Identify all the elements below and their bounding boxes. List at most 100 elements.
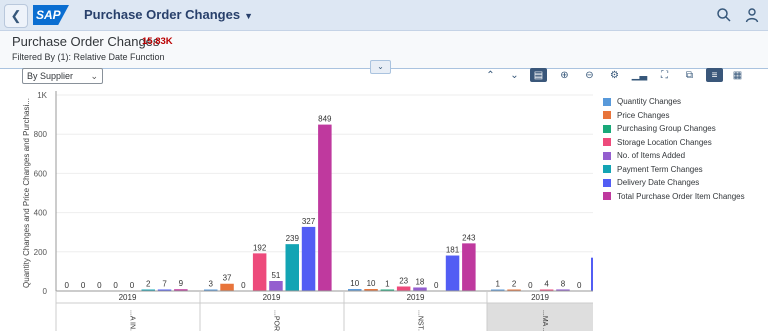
bar-partial [591, 257, 593, 291]
bar [445, 255, 460, 291]
bar [252, 253, 267, 291]
legend-item[interactable]: Delivery Date Changes [603, 176, 745, 190]
settings-button[interactable]: ⚙ [606, 68, 623, 82]
double-chevron-up-icon: ⌃ [486, 69, 495, 81]
y-tick-label: 200 [34, 248, 48, 257]
search-icon[interactable] [716, 7, 732, 23]
table-view-button[interactable]: ▤ [530, 68, 547, 82]
supplier-label: ...POR... [273, 310, 280, 331]
data-label: 0 [241, 281, 246, 290]
group-header-highlight [487, 303, 593, 331]
data-label: 1 [496, 280, 501, 289]
chevron-down-icon: ⌄ [90, 71, 98, 81]
zoom-in-icon: ⊕ [560, 69, 569, 81]
legend-swatch [603, 138, 611, 147]
data-label: 849 [318, 115, 332, 124]
legend-swatch [603, 111, 611, 120]
data-label: 0 [528, 281, 533, 290]
legend-item[interactable]: Purchasing Group Changes [603, 122, 745, 136]
app-title: Purchase Order Changes [84, 7, 241, 22]
zoom-in-button[interactable]: ⊕ [556, 68, 573, 82]
app-title-menu[interactable]: Purchase Order Changes ▼ [84, 7, 253, 22]
grid-view-button[interactable]: ▦ [729, 68, 746, 82]
data-label: 23 [399, 276, 408, 285]
collapse-all-button[interactable]: ⌄ [506, 68, 523, 82]
fullscreen-button[interactable]: ⛶ [656, 68, 673, 82]
data-label: 2 [512, 280, 517, 289]
chevron-left-icon: ❮ [10, 8, 22, 23]
chart-type-button[interactable]: ▁▃ [631, 68, 648, 82]
data-label: 0 [434, 281, 439, 290]
double-chevron-down-icon: ⌄ [510, 69, 519, 81]
year-label: 2019 [407, 293, 425, 302]
legend-swatch [603, 97, 611, 106]
bar-chart-icon: ▁▃ [631, 69, 648, 81]
collapse-header-button[interactable]: ⌄ [370, 60, 391, 74]
legend-label: Purchasing Group Changes [617, 124, 716, 134]
legend-item[interactable]: Quantity Changes [603, 95, 745, 109]
legend-swatch [603, 165, 611, 174]
data-label: 4 [544, 280, 549, 289]
data-label: 8 [561, 279, 566, 288]
legend-item[interactable]: No. of Items Added [603, 149, 745, 163]
data-label: 1 [385, 280, 390, 289]
data-label: 327 [302, 217, 316, 226]
legend-swatch [603, 178, 611, 187]
data-label: 0 [577, 281, 582, 290]
legend-label: Storage Location Changes [617, 137, 712, 147]
data-label: 0 [113, 281, 118, 290]
bar [269, 281, 283, 291]
supplier-label: ...A IN... [129, 310, 136, 331]
chart-view-button[interactable]: ≡ [706, 68, 723, 82]
legend-swatch [603, 151, 611, 160]
bar [396, 286, 411, 291]
supplier-label: ...NST... [417, 310, 424, 331]
table-icon: ▤ [533, 69, 544, 81]
zoom-out-button[interactable]: ⊖ [581, 68, 598, 82]
expand-all-button[interactable]: ⌃ [482, 68, 499, 82]
legend-item[interactable]: Payment Term Changes [603, 163, 745, 177]
chevron-down-icon: ⌄ [377, 62, 384, 71]
legend-item[interactable]: Storage Location Changes [603, 136, 745, 150]
data-label: 3 [209, 280, 214, 289]
shell-bar: ❮ SAP Purchase Order Changes ▼ [0, 0, 768, 31]
bar [301, 226, 316, 291]
data-label: 10 [367, 279, 376, 288]
back-button[interactable]: ❮ [4, 4, 28, 28]
legend-item[interactable]: Price Changes [603, 109, 745, 123]
horizontal-bars-icon: ≡ [711, 69, 718, 81]
sap-logo[interactable]: SAP [33, 5, 69, 25]
legend-label: Total Purchase Order Item Changes [617, 191, 745, 201]
data-label: 192 [253, 243, 267, 252]
legend-label: Payment Term Changes [617, 164, 703, 174]
legend-label: Quantity Changes [617, 97, 682, 107]
legend-item[interactable]: Total Purchase Order Item Changes [603, 190, 745, 204]
data-label: 2 [146, 280, 151, 289]
bar [220, 283, 234, 291]
data-label: 51 [271, 271, 280, 280]
data-label: 10 [350, 279, 359, 288]
fullscreen-icon: ⛶ [661, 69, 668, 81]
chart-legend: Quantity Changes Price Changes Purchasing … [603, 95, 745, 203]
filter-summary[interactable]: Filtered By (1): Relative Date Function [12, 52, 165, 62]
y-tick-label: 1K [37, 91, 47, 100]
caret-down-icon: ▼ [244, 11, 253, 21]
copy-button[interactable]: ⧉ [681, 68, 698, 82]
year-label: 2019 [263, 293, 281, 302]
legend-label: No. of Items Added [617, 151, 686, 161]
zoom-out-icon: ⊖ [585, 69, 594, 81]
data-label: 37 [223, 274, 232, 283]
data-label: 9 [179, 279, 184, 288]
bar [462, 243, 476, 291]
chart: 02004006008001KQuantity Changes and Pric… [22, 91, 593, 331]
bar [318, 124, 332, 291]
user-icon[interactable] [744, 7, 760, 23]
data-label: 0 [97, 281, 102, 290]
data-label: 0 [65, 281, 70, 290]
data-label: 239 [286, 234, 300, 243]
bar [413, 287, 427, 291]
group-by-select[interactable]: By Supplier ⌄ [22, 68, 103, 84]
page-title: Purchase Order Changes [12, 34, 160, 49]
data-label: 18 [415, 277, 424, 286]
group-by-value: By Supplier [27, 71, 74, 81]
